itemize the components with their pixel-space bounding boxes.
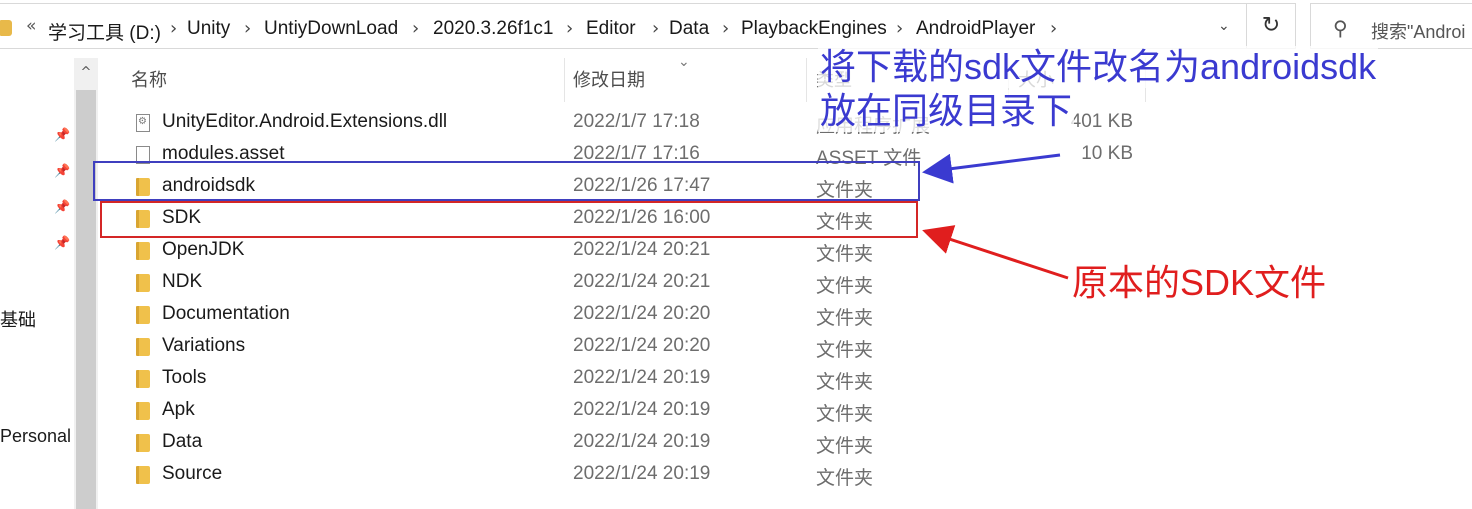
folder-icon	[136, 242, 150, 260]
refresh-button[interactable]: ↻	[1246, 3, 1296, 49]
nav-item-basics[interactable]: 基础	[0, 306, 36, 332]
file-type: 文件夹	[816, 308, 874, 329]
file-date: 2022/1/24 20:20	[573, 303, 711, 324]
file-date: 2022/1/7 17:18	[573, 111, 700, 132]
pin-icon: 📌	[54, 128, 71, 143]
file-row[interactable]: Tools 2022/1/24 20:19 文件夹	[100, 363, 1150, 395]
folder-icon	[136, 338, 150, 356]
folder-icon	[136, 402, 150, 420]
folder-icon	[136, 466, 150, 484]
annotation-blue-line2: 放在同级目录下	[818, 90, 1075, 132]
folder-icon	[136, 434, 150, 452]
breadcrumb-separator-icon[interactable]: ›	[652, 18, 659, 39]
file-row[interactable]: Data 2022/1/24 20:19 文件夹	[100, 427, 1150, 459]
nav-item-personal[interactable]: Personal	[0, 426, 71, 447]
folder-icon	[136, 370, 150, 388]
breadcrumb-separator-icon[interactable]: ›	[722, 18, 729, 39]
file-row[interactable]: OpenJDK 2022/1/24 20:21 文件夹	[100, 235, 1150, 267]
file-row[interactable]: Source 2022/1/24 20:19 文件夹	[100, 459, 1150, 491]
file-name: OpenJDK	[162, 239, 245, 260]
pin-icon: 📌	[54, 164, 71, 179]
history-dropdown-icon[interactable]: ⌄	[1218, 18, 1230, 34]
breadcrumb-data[interactable]: Data	[669, 18, 709, 40]
file-type: 文件夹	[816, 244, 874, 265]
breadcrumb-separator-icon[interactable]: ›	[566, 18, 573, 39]
file-date: 2022/1/24 20:19	[573, 367, 711, 388]
file-date: 2022/1/24 20:19	[573, 431, 711, 452]
file-size: 10 KB	[1081, 143, 1133, 164]
file-type: 文件夹	[816, 276, 874, 297]
file-type: 文件夹	[816, 340, 874, 361]
file-name: Tools	[162, 367, 207, 388]
file-date: 2022/1/24 20:21	[573, 239, 711, 260]
breadcrumb-separator-icon[interactable]: ›	[244, 18, 251, 39]
overflow-chevron-icon[interactable]: «	[26, 16, 36, 36]
breadcrumb-separator-icon[interactable]: ›	[412, 18, 419, 39]
annotation-blue-line1: 将下载的sdk文件改名为androidsdk	[818, 46, 1379, 88]
file-name: NDK	[162, 271, 203, 292]
pin-icon: 📌	[54, 236, 71, 251]
address-bar[interactable]: « 学习工具 (D:) › Unity › UntiyDownLoad › 20…	[0, 3, 1296, 49]
scroll-up-icon[interactable]: ^	[74, 58, 98, 88]
scrollbar-thumb[interactable]	[76, 90, 96, 509]
file-type: 文件夹	[816, 468, 874, 489]
file-type: 文件夹	[816, 436, 874, 457]
file-name: UnityEditor.Android.Extensions.dll	[162, 111, 448, 132]
sort-arrow-icon: ⌄	[678, 54, 690, 70]
column-divider[interactable]	[564, 58, 565, 102]
search-icon: ⚲	[1333, 16, 1348, 40]
file-type: 文件夹	[816, 372, 874, 393]
breadcrumb-separator-icon[interactable]: ›	[1050, 18, 1057, 39]
breadcrumb-playbackengines[interactable]: PlaybackEngines	[741, 18, 887, 40]
file-row[interactable]: Apk 2022/1/24 20:19 文件夹	[100, 395, 1150, 427]
breadcrumb-separator-icon[interactable]: ›	[170, 18, 177, 39]
breadcrumb-untiydownload[interactable]: UntiyDownLoad	[264, 18, 398, 40]
file-name: Source	[162, 463, 223, 484]
breadcrumb-version[interactable]: 2020.3.26f1c1	[433, 18, 553, 40]
dll-file-icon	[136, 114, 150, 132]
file-date: 2022/1/24 20:21	[573, 271, 711, 292]
file-row[interactable]: Documentation 2022/1/24 20:20 文件夹	[100, 299, 1150, 331]
folder-icon	[0, 20, 12, 36]
column-header-date[interactable]: 修改日期	[573, 66, 645, 92]
file-type: 文件夹	[816, 404, 874, 425]
breadcrumb-androidplayer[interactable]: AndroidPlayer	[916, 18, 1035, 40]
annotation-red-note: 原本的SDK文件	[1072, 262, 1327, 303]
breadcrumb-separator-icon[interactable]: ›	[896, 18, 903, 39]
file-name: Documentation	[162, 303, 290, 324]
folder-icon	[136, 274, 150, 292]
breadcrumb-editor[interactable]: Editor	[586, 18, 636, 40]
file-date: 2022/1/24 20:19	[573, 399, 711, 420]
highlight-box-androidsdk	[93, 161, 920, 201]
breadcrumb-drive[interactable]: 学习工具 (D:)	[48, 18, 161, 45]
file-row[interactable]: Variations 2022/1/24 20:20 文件夹	[100, 331, 1150, 363]
pin-icon: 📌	[54, 200, 71, 215]
breadcrumb-unity[interactable]: Unity	[187, 18, 230, 40]
highlight-box-sdk	[100, 201, 918, 238]
search-placeholder: 搜索"Androi	[1371, 22, 1466, 42]
navigation-pane: 📌 📌 📌 📌 基础 Personal	[0, 60, 74, 509]
file-name: Variations	[162, 335, 246, 356]
file-date: 2022/1/24 20:19	[573, 463, 711, 484]
file-row[interactable]: NDK 2022/1/24 20:21 文件夹	[100, 267, 1150, 299]
column-header-name[interactable]: 名称	[131, 66, 167, 92]
file-name: Data	[162, 431, 203, 452]
file-name: Apk	[162, 399, 195, 420]
file-date: 2022/1/24 20:20	[573, 335, 711, 356]
column-divider[interactable]	[806, 58, 807, 102]
search-input[interactable]: ⚲ 搜索"Androi	[1310, 3, 1472, 49]
file-size: 401 KB	[1070, 111, 1133, 132]
folder-icon	[136, 306, 150, 324]
